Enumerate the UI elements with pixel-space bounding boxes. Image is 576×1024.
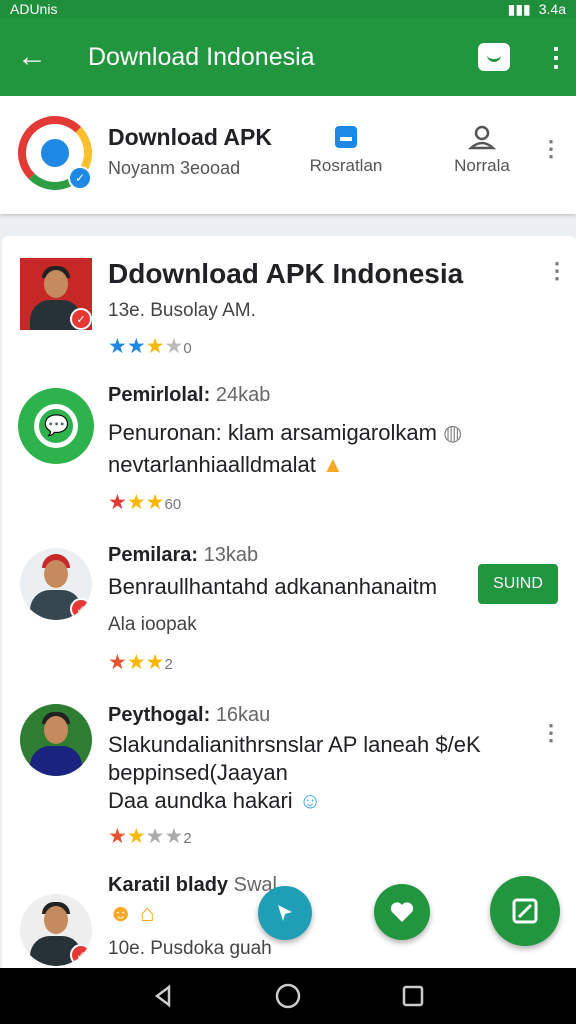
rating-value: 2: [164, 656, 173, 673]
verified-icon: ✓: [70, 598, 92, 620]
app-logo: ✓: [18, 116, 92, 190]
item-name: Karatil blady Swal: [108, 874, 277, 897]
signal-icon: ▮▮▮: [507, 0, 531, 17]
item-desc-line-1: Penuronan: klam arsamigarolkam ◍: [108, 418, 462, 448]
page-title: Download Indonesia: [88, 42, 315, 71]
item-desc-line-1: Slakundalianithrsnslar AP laneah $/eK: [108, 732, 481, 757]
item-size: 24kab: [215, 384, 271, 406]
globe-icon: ◍: [443, 420, 463, 445]
item-meta: 10e. Pusdoka guah: [108, 938, 272, 959]
stat-person-label: Norrala: [454, 156, 510, 175]
item-desc-line-2: beppinsed(Jaayan: [108, 760, 288, 785]
favorite-fab[interactable]: [374, 884, 430, 940]
avatar: ✓: [20, 258, 92, 330]
item-name-text: Peythogal:: [108, 704, 211, 726]
stat-bookmark-label: Rosratlan: [309, 156, 383, 175]
home-nav-icon[interactable]: [268, 976, 308, 1016]
list-item[interactable]: Pemirlolal: 24kab Penuronan: klam arsami…: [2, 376, 576, 526]
edit-icon: [512, 898, 538, 924]
item-name-text: Pemilara:: [108, 544, 199, 566]
avatar: ✓: [20, 548, 92, 620]
avatar: [20, 704, 92, 776]
item-name: Peythogal: 16kau: [108, 704, 270, 727]
rating-stars: ★★★★2: [108, 825, 192, 848]
more-vert-icon[interactable]: ⋮: [536, 44, 576, 70]
app-subtitle: Noyanm 3eooad: [108, 158, 241, 178]
item-desc-text: Daa aundka hakari: [108, 788, 293, 813]
item-meta: Ala ioopak: [108, 614, 197, 635]
item-desc-text: Penuronan: klam arsamigarolkam: [108, 420, 437, 445]
stat-person[interactable]: Norrala: [440, 124, 524, 176]
verified-icon: ✓: [70, 308, 92, 330]
item-desc-text: nevtarlanhiaalldmalat: [108, 452, 316, 477]
sound-button[interactable]: SUIND: [478, 564, 558, 604]
app-icon: [18, 388, 94, 464]
item-more-icon[interactable]: ⋮: [540, 720, 562, 746]
list-item[interactable]: ✓ Pemilara: 13kab Benraullhantahd adkana…: [2, 536, 576, 686]
item-name: Pemirlolal: 24kab: [108, 384, 270, 407]
app-name: Download APK: [108, 124, 272, 150]
item-size: 16kau: [215, 704, 271, 726]
edit-fab[interactable]: [490, 876, 560, 946]
app-bar: ← Download Indonesia ⋮: [0, 18, 576, 96]
stat-bookmark[interactable]: Rosratlan: [296, 124, 396, 176]
system-nav-bar: [0, 968, 576, 1024]
item-name-text: Karatil blady: [108, 874, 229, 896]
item-more-icon[interactable]: ⋮: [546, 258, 568, 284]
clock-label: 3.4a: [538, 1, 566, 17]
rating-value: 0: [183, 340, 192, 357]
item-desc-line-2: nevtarlanhiaalldmalat ▲: [108, 450, 344, 480]
item-name-text: Pemirlolal:: [108, 384, 211, 406]
cursor-icon: [278, 905, 292, 921]
heart-icon: [390, 902, 414, 922]
chat-icon[interactable]: [478, 43, 510, 71]
featured-meta: 13e. Busolay AM.: [108, 300, 256, 321]
item-desc: Benraullhantahd adkananhanaitm: [108, 574, 438, 599]
featured-title: Ddownload APK Indonesia: [108, 258, 464, 289]
list-item[interactable]: ✓ Ddownload APK Indonesia 13e. Busolay A…: [2, 236, 576, 366]
recents-nav-icon[interactable]: [393, 976, 433, 1016]
bag-icon: ▲: [322, 452, 344, 477]
emoji-icon: ☺: [298, 788, 322, 813]
arrow-left-icon[interactable]: ←: [0, 18, 64, 96]
cursor-fab[interactable]: [258, 886, 312, 940]
header-more-icon[interactable]: ⋮: [540, 136, 562, 162]
rating-stars: ★★★★0: [108, 335, 192, 358]
rating-value: 60: [164, 496, 182, 513]
item-size: 13kab: [203, 544, 259, 566]
verified-icon: ✓: [70, 944, 92, 966]
emoji-icon: ☻ ⌂: [108, 900, 155, 927]
verified-icon: ✓: [68, 166, 92, 190]
carrier-label: ADUnis: [10, 1, 58, 17]
back-nav-icon[interactable]: [143, 976, 183, 1016]
rating-value: 2: [183, 830, 192, 847]
rating-stars: ★★★2: [108, 651, 173, 674]
rating-stars: ★★★60: [108, 491, 182, 514]
list-item[interactable]: Peythogal: 16kau Slakundalianithrsnslar …: [2, 700, 576, 860]
item-name: Pemilara: 13kab: [108, 544, 258, 567]
bookmark-icon: [335, 126, 357, 148]
item-desc-line-3: Daa aundka hakari ☺: [108, 786, 321, 816]
status-bar: ADUnis ▮▮▮ 3.4a: [0, 0, 576, 18]
person-icon: [468, 125, 496, 150]
avatar: ✓: [20, 894, 92, 966]
